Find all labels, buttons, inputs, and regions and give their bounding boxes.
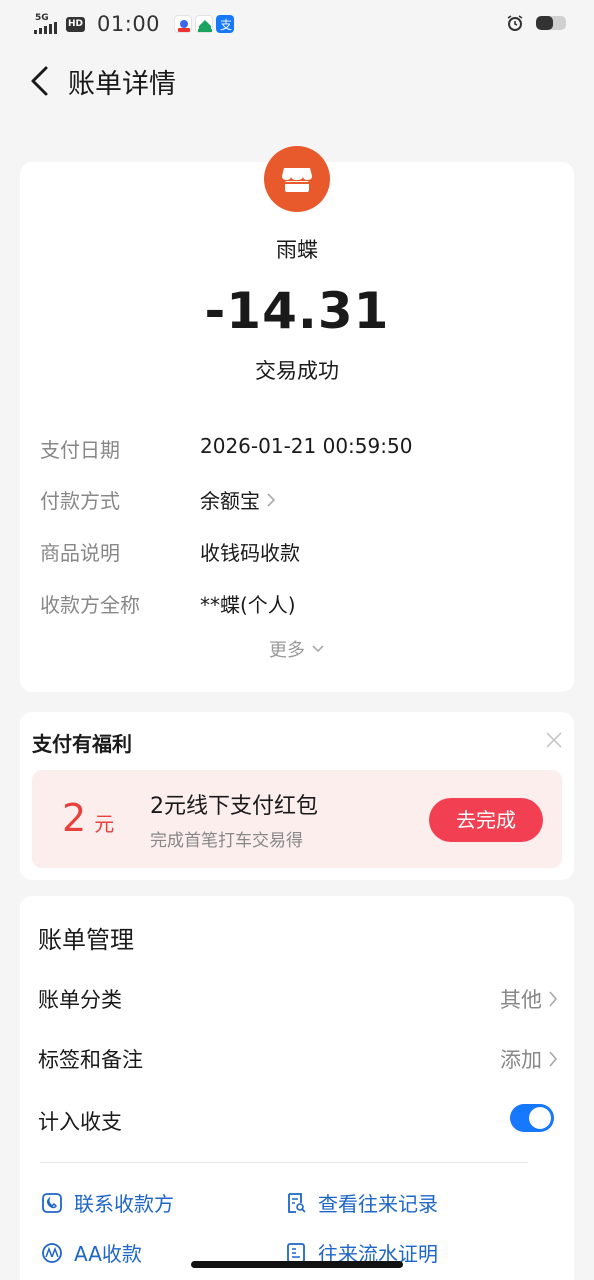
- row-value: 其他: [500, 988, 542, 1012]
- nav-bar: 账单详情: [0, 58, 594, 104]
- store-icon: [282, 168, 312, 192]
- chevron-down-icon: [312, 645, 324, 653]
- bill-category-row[interactable]: 账单分类 其他: [38, 982, 558, 1016]
- divider: [40, 1162, 528, 1163]
- row-value: 添加: [500, 1048, 542, 1072]
- phone-icon: [42, 1192, 62, 1213]
- coupon-value: 2 元: [62, 796, 114, 840]
- benefit-title: 支付有福利: [32, 732, 132, 756]
- info-label: 支付日期: [40, 438, 120, 462]
- transaction-amount: -14.31: [204, 282, 390, 340]
- bill-manage-card: 账单管理 账单分类 其他 标签和备注 添加 计入收支 联系收款方 查看往来记录 …: [20, 896, 574, 1280]
- info-label: 收款方全称: [40, 593, 140, 617]
- info-value[interactable]: 余额宝: [200, 485, 260, 514]
- battery-icon: [536, 16, 566, 30]
- more-label: 更多: [269, 640, 305, 661]
- coupon-unit: 元: [94, 812, 115, 836]
- chevron-right-icon: [549, 991, 558, 1007]
- info-row-date: 支付日期 2026-01-21 00:59:50: [40, 434, 560, 464]
- info-value: **蝶(个人): [200, 593, 296, 617]
- contact-payee-link[interactable]: 联系收款方: [40, 1188, 174, 1217]
- info-label: 商品说明: [40, 541, 120, 565]
- info-row-payment-method[interactable]: 付款方式 余额宝: [40, 485, 560, 515]
- close-icon[interactable]: [544, 730, 564, 750]
- status-time: 01:00: [97, 12, 161, 36]
- link-label: 查看往来记录: [318, 1192, 438, 1216]
- row-label: 计入收支: [38, 1110, 122, 1134]
- info-row-payee: 收款方全称 **蝶(个人): [40, 589, 560, 619]
- transaction-status: 交易成功: [255, 359, 339, 383]
- coupon-description: 完成首笔打车交易得: [150, 831, 303, 851]
- complete-task-button[interactable]: 去完成: [429, 798, 543, 842]
- row-label: 账单分类: [38, 988, 122, 1012]
- coupon-amount: 2: [62, 796, 87, 840]
- baidu-app-icon: [174, 15, 193, 33]
- chevron-right-icon: [267, 492, 276, 507]
- document-search-icon: [288, 1192, 306, 1213]
- chevron-right-icon: [549, 1051, 558, 1067]
- alipay-app-icon: 支: [216, 15, 235, 33]
- view-history-link[interactable]: 查看往来记录: [284, 1188, 438, 1217]
- link-label: 联系收款方: [74, 1192, 174, 1216]
- coupon-card: 2 元 2元线下支付红包 完成首笔打车交易得 去完成: [32, 770, 562, 868]
- merchant-avatar: [264, 146, 330, 212]
- back-arrow-icon[interactable]: [28, 64, 52, 98]
- link-label: AA收款: [74, 1242, 142, 1266]
- home-indicator[interactable]: [191, 1261, 403, 1268]
- status-bar: 5G HD 01:00 支: [0, 0, 594, 48]
- tags-notes-row[interactable]: 标签和备注 添加: [38, 1042, 558, 1076]
- info-label: 付款方式: [40, 489, 120, 513]
- include-in-stats-row: 计入收支: [38, 1104, 558, 1138]
- hd-badge: HD: [66, 16, 86, 32]
- aa-collect-link[interactable]: AA收款: [40, 1238, 142, 1267]
- more-button[interactable]: 更多: [20, 636, 574, 662]
- home-app-icon: [195, 15, 214, 33]
- info-value: 收钱码收款: [200, 541, 300, 565]
- manage-title: 账单管理: [38, 926, 134, 954]
- info-value: 2026-01-21 00:59:50: [200, 434, 413, 458]
- include-in-stats-toggle[interactable]: [510, 1104, 554, 1132]
- signal-icon: 5G: [34, 14, 60, 34]
- aa-icon: [42, 1242, 62, 1263]
- merchant-name: 雨蝶: [276, 238, 318, 262]
- benefit-card: 支付有福利 2 元 2元线下支付红包 完成首笔打车交易得 去完成: [20, 712, 574, 880]
- alarm-icon: [507, 15, 523, 31]
- bill-detail-card: 雨蝶 -14.31 交易成功 支付日期 2026-01-21 00:59:50 …: [20, 146, 574, 692]
- info-row-description: 商品说明 收钱码收款: [40, 537, 560, 567]
- row-label: 标签和备注: [38, 1048, 143, 1072]
- svg-text:支: 支: [220, 18, 232, 32]
- page-title: 账单详情: [68, 69, 176, 100]
- coupon-title: 2元线下支付红包: [150, 794, 318, 819]
